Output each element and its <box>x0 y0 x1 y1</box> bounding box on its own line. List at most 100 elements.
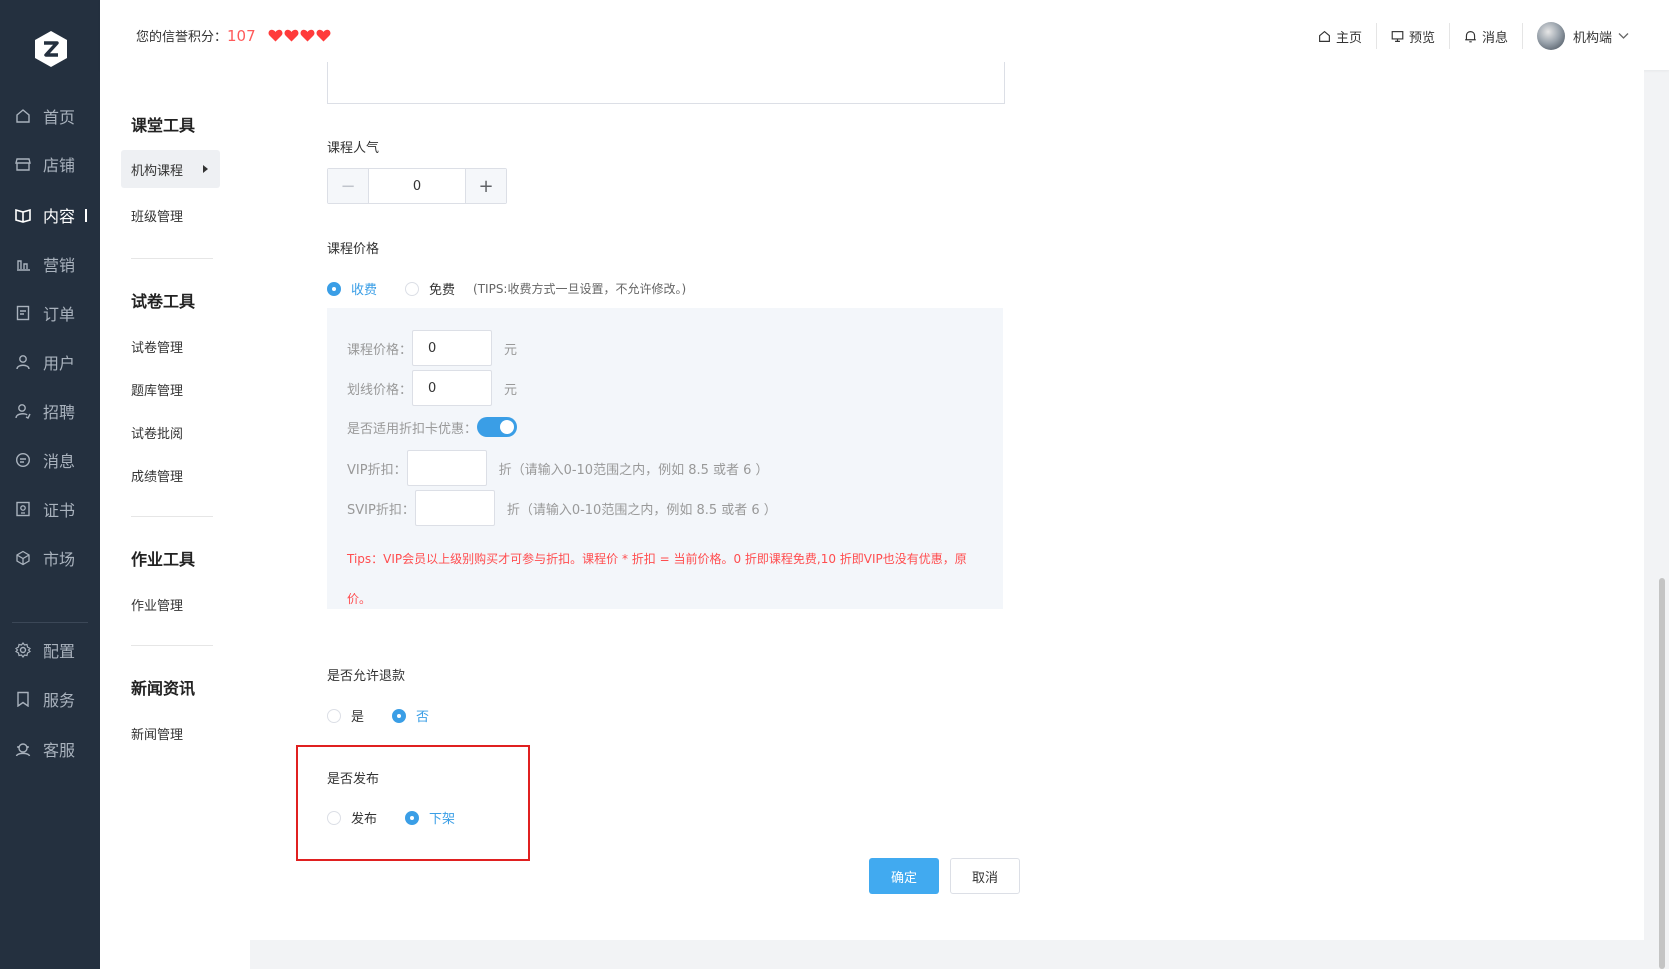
discount-card-toggle[interactable] <box>477 417 518 437</box>
radio-refund-yes[interactable]: 是 <box>327 706 364 725</box>
radio-dot <box>392 708 407 723</box>
header-link-label: 预览 <box>1408 30 1435 46</box>
submenu-item-label: 机构课程 <box>131 163 184 179</box>
user-menu[interactable]: 机构端 <box>1536 22 1629 50</box>
order-icon <box>14 304 32 322</box>
submenu-item-grading[interactable]: 试卷批阅 <box>131 423 183 442</box>
active-indicator <box>85 208 88 222</box>
logo[interactable] <box>33 30 69 68</box>
header-link-label: 主页 <box>1335 30 1362 46</box>
submenu-item-courses[interactable]: 机构课程 <box>121 150 220 188</box>
popularity-input[interactable]: 0 <box>369 169 465 203</box>
submenu-item-question-bank[interactable]: 题库管理 <box>131 380 183 399</box>
scrollbar[interactable] <box>1659 578 1665 969</box>
vip-discount-input[interactable] <box>406 450 487 486</box>
header-actions: 主页 预览 消息 机构端 <box>1304 22 1629 50</box>
course-price-label: 课程价格： <box>347 342 413 358</box>
credit-label: 您的信誉积分： <box>136 30 228 45</box>
refund-label: 是否允许退款 <box>327 669 406 684</box>
price-label: 课程价格 <box>327 242 380 257</box>
sidebar-item-certificates[interactable]: 证书 <box>0 489 100 529</box>
course-price-row: 课程价格： 0 元 <box>347 330 517 366</box>
submenu-item-papers[interactable]: 试卷管理 <box>131 337 183 356</box>
certificate-icon <box>14 500 32 518</box>
radio-dot <box>327 708 341 723</box>
monitor-icon <box>1391 30 1404 42</box>
strike-price-input[interactable]: 0 <box>412 370 493 406</box>
sidebar-item-orders[interactable]: 订单 <box>0 293 100 333</box>
home-icon <box>14 107 32 125</box>
sidebar-item-label: 配置 <box>43 642 76 661</box>
sidebar-item-label: 客服 <box>43 741 76 760</box>
sidebar-item-label: 内容 <box>43 207 76 226</box>
submenu-group-title: 课堂工具 <box>131 116 196 135</box>
vip-discount-hint: 折（请输入0-10范围之内，例如 8.5 或者 6 ） <box>498 462 769 478</box>
market-icon <box>14 549 32 567</box>
submenu-item-news[interactable]: 新闻管理 <box>131 724 183 743</box>
sidebar-item-label: 用户 <box>43 354 76 373</box>
sidebar-item-content[interactable]: 内容 <box>0 195 100 235</box>
user-name: 机构端 <box>1572 30 1612 46</box>
sidebar-item-label: 服务 <box>43 691 76 710</box>
radio-free[interactable]: 免费 <box>405 279 455 298</box>
sidebar-item-label: 市场 <box>43 550 76 569</box>
submenu-group-title: 试卷工具 <box>131 292 196 311</box>
submenu-group-title: 新闻资讯 <box>131 679 196 698</box>
sidebar-item-label: 店铺 <box>43 156 76 175</box>
sidebar-item-market[interactable]: 市场 <box>0 538 100 578</box>
radio-charge[interactable]: 收费 <box>327 279 377 298</box>
sidebar-item-label: 营销 <box>43 256 76 275</box>
sidebar-item-recruit[interactable]: 招聘 <box>0 391 100 431</box>
sidebar-item-messages[interactable]: 消息 <box>0 440 100 480</box>
submenu-item-homework[interactable]: 作业管理 <box>131 595 183 614</box>
chart-icon <box>14 255 32 273</box>
radio-publish[interactable]: 发布 <box>327 808 377 827</box>
submenu-item-classes[interactable]: 班级管理 <box>131 206 183 225</box>
bookmark-icon <box>14 690 32 708</box>
credit-score-value: 107 <box>227 26 256 45</box>
refund-radio-group: 是 否 <box>327 706 457 725</box>
radio-label: 是 <box>351 710 365 725</box>
sidebar-item-home[interactable]: 首页 <box>0 96 100 136</box>
course-price-input[interactable]: 0 <box>412 330 493 366</box>
svip-discount-hint: 折（请输入0-10范围之内，例如 8.5 或者 6 ） <box>506 502 777 518</box>
radio-label: 收费 <box>351 283 378 298</box>
confirm-button[interactable]: 确定 <box>869 858 939 894</box>
submenu-divider <box>131 516 213 517</box>
chevron-down-icon <box>1618 33 1629 39</box>
radio-dot <box>327 281 341 296</box>
svip-discount-input[interactable] <box>414 490 495 526</box>
sidebar-item-settings[interactable]: 配置 <box>0 630 100 670</box>
sidebar-item-store[interactable]: 店铺 <box>0 144 100 184</box>
header-link-preview[interactable]: 预览 <box>1377 23 1450 49</box>
sidebar-item-marketing[interactable]: 营销 <box>0 244 100 284</box>
sidebar-item-service[interactable]: 服务 <box>0 679 100 719</box>
strike-price-label: 划线价格： <box>347 382 413 398</box>
sidebar-item-label: 消息 <box>43 452 76 471</box>
description-textarea[interactable] <box>327 62 1005 104</box>
sidebar-item-label: 证书 <box>43 501 76 520</box>
publish-label: 是否发布 <box>327 772 380 787</box>
radio-refund-no[interactable]: 否 <box>392 706 429 725</box>
top-header: 您的信誉积分： 107 主页 预览 消息 机构端 <box>100 0 1669 70</box>
publish-radio-group: 发布 下架 <box>327 808 483 827</box>
sidebar-item-label: 首页 <box>43 108 76 127</box>
radio-label: 否 <box>416 710 430 725</box>
header-link-home[interactable]: 主页 <box>1304 23 1377 49</box>
recruit-icon <box>14 402 32 420</box>
sidebar-item-users[interactable]: 用户 <box>0 342 100 382</box>
radio-unpublish[interactable]: 下架 <box>405 808 455 827</box>
gear-icon <box>14 641 32 659</box>
header-link-messages[interactable]: 消息 <box>1450 23 1523 49</box>
submenu-item-scores[interactable]: 成绩管理 <box>131 466 183 485</box>
decrement-button[interactable]: − <box>328 169 369 203</box>
main-sidebar: 首页 店铺 内容 营销 订单 用户 招聘 消息 证书 市场 配置 服务 客服 <box>0 0 100 969</box>
chat-icon <box>14 451 32 469</box>
user-icon <box>14 353 32 371</box>
support-icon <box>14 740 32 758</box>
sidebar-item-support[interactable]: 客服 <box>0 729 100 769</box>
cancel-button[interactable]: 取消 <box>950 858 1020 894</box>
increment-button[interactable]: + <box>465 169 506 203</box>
sidebar-divider <box>12 622 88 623</box>
svip-discount-label: SVIP折扣： <box>347 502 415 518</box>
